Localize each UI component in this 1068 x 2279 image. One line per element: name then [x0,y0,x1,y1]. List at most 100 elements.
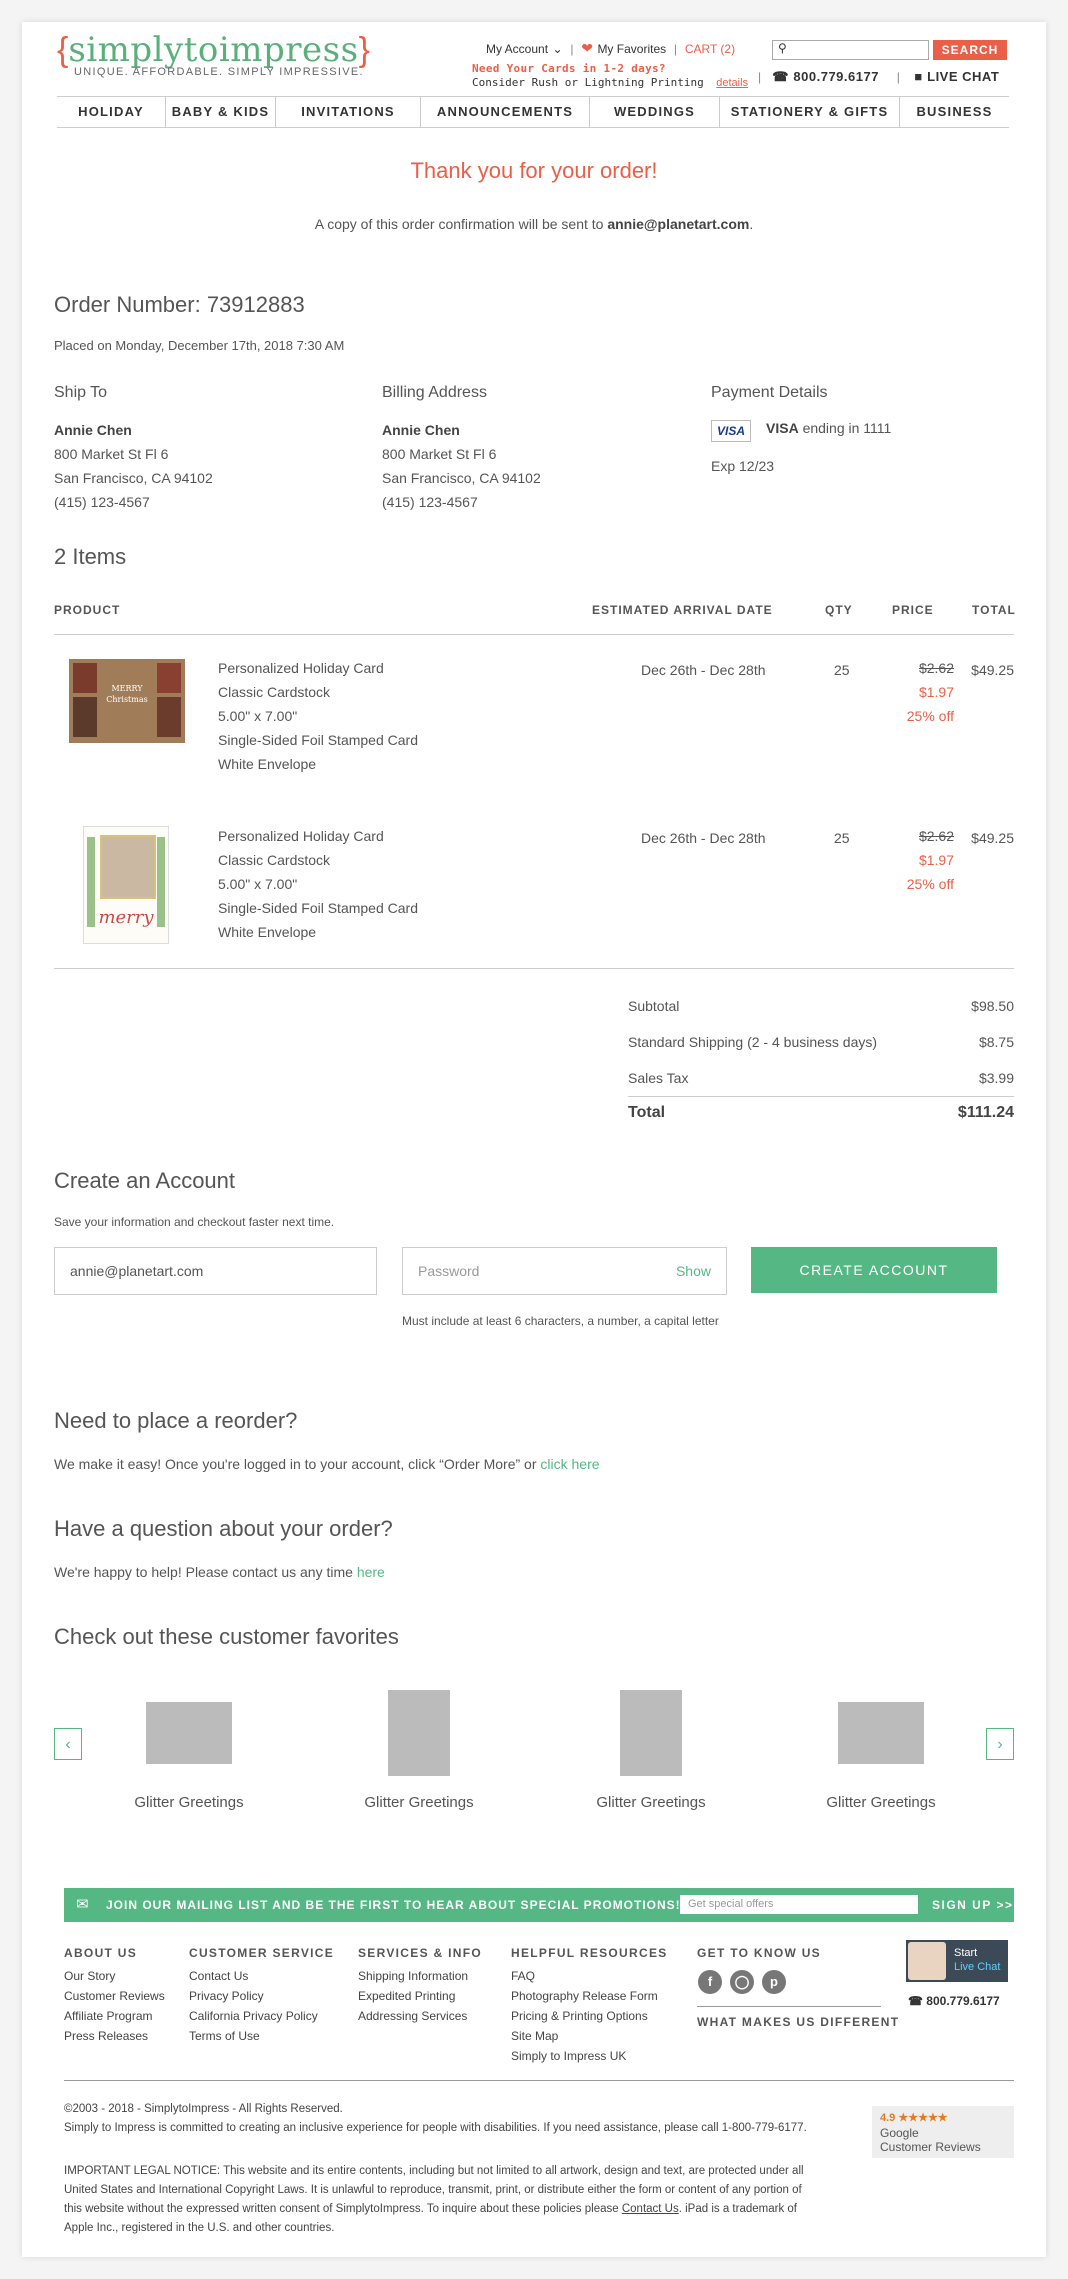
nav-weddings[interactable]: WEDDINGS [590,97,720,127]
account-links: My Account ⌄ | ❤ My Favorites | CART (2) [486,40,735,58]
my-account-link[interactable]: My Account [486,42,548,56]
favorite-image[interactable] [146,1702,232,1764]
logo-brace-left: { [57,31,69,69]
know-heading: GET TO KNOW US [697,1946,821,1960]
chevron-down-icon: ⌄ [552,42,563,56]
mailing-email-input[interactable]: Get special offers [680,1895,918,1914]
details-link[interactable]: details [716,77,748,89]
item-envelope: White Envelope [218,924,317,940]
legal-contact-link[interactable]: Contact Us [622,2203,679,2215]
item-1-details: Personalized Holiday Card Classic Cardst… [218,656,418,776]
inclusive-text: Simply to Impress is committed to creati… [64,2122,807,2134]
favorite-label[interactable]: Glitter Greetings [781,1794,981,1811]
create-account-button[interactable]: CREATE ACCOUNT [751,1247,997,1293]
google-reviews-badge[interactable]: 4.9 ★★★★★ Google Customer Reviews [872,2106,1014,2158]
ship-to-address: Annie Chen 800 Market St Fl 6 San Franci… [54,418,213,514]
footer-link[interactable]: Expedited Printing [358,1989,455,2003]
visa-card-icon: VISA [711,420,751,442]
nav-baby-kids[interactable]: BABY & KIDS [166,97,276,127]
footer-link[interactable]: Pricing & Printing Options [511,2009,648,2023]
ship-to-street: 800 Market St Fl 6 [54,446,169,462]
email-field[interactable]: annie@planetart.com [54,1247,377,1295]
nav-stationery-gifts[interactable]: STATIONERY & GIFTS [720,97,900,127]
footer-link[interactable]: Privacy Policy [189,1989,264,2003]
question-heading: Have a question about your order? [54,1516,393,1541]
header-phone[interactable]: 800.779.6177 [793,69,879,84]
nav-business[interactable]: BUSINESS [900,97,1009,127]
chevron-right-icon: › [997,1736,1003,1753]
copyright-text: ©2003 - 2018 - SimplytoImpress - All Rig… [64,2103,343,2115]
pinterest-icon[interactable]: p [762,1970,786,1994]
chat-live: Live Chat [954,1961,1001,1973]
favorite-image[interactable] [838,1702,924,1764]
search-button[interactable]: SEARCH [933,40,1007,60]
footer-link[interactable]: Contact Us [189,1969,248,1983]
footer-link[interactable]: California Privacy Policy [189,2009,318,2023]
signup-button[interactable]: SIGN UP >> [932,1898,1013,1912]
separator: | [567,42,577,56]
footer-link[interactable]: Site Map [511,2029,558,2043]
footer-link[interactable]: Addressing Services [358,2009,467,2023]
nav-announcements[interactable]: ANNOUNCEMENTS [421,97,590,127]
card-greeting: MERRY Christmas [106,684,148,704]
service-heading: CUSTOMER SERVICE [189,1946,335,1960]
favorite-label[interactable]: Glitter Greetings [551,1794,751,1811]
subtotal-value: $98.50 [971,998,1014,1014]
show-password-button[interactable]: Show [676,1248,711,1294]
footer-link[interactable]: Customer Reviews [64,1989,165,2003]
footer-link[interactable]: Photography Release Form [511,1989,658,2003]
footer-link[interactable]: Our Story [64,1969,115,1983]
favorite-image[interactable] [620,1690,682,1776]
favorite-label[interactable]: Glitter Greetings [89,1794,289,1811]
facebook-icon[interactable]: f [698,1970,722,1994]
carousel-next-button[interactable]: › [986,1728,1014,1760]
product-thumbnail[interactable]: merry [83,826,169,944]
footer-link[interactable]: Simply to Impress UK [511,2049,626,2063]
item-2-details: Personalized Holiday Card Classic Cardst… [218,824,418,944]
about-heading: ABOUT US [64,1946,138,1960]
contact-bar: | ☎ 800.779.6177 | ■ LIVE CHAT [758,68,999,86]
live-chat-widget[interactable]: Start Live Chat [906,1940,1008,1982]
footer-link[interactable]: FAQ [511,1969,535,1983]
services-heading: SERVICES & INFO [358,1946,482,1960]
search-input[interactable]: ⚲ [772,40,929,60]
password-field[interactable]: Password Show [402,1247,727,1295]
reorder-text: We make it easy! Once you're logged in t… [54,1456,541,1472]
contact-here-link[interactable]: here [357,1564,385,1580]
what-makes-us-different-link[interactable]: WHAT MAKES US DIFFERENT [697,2015,899,2029]
resources-links: FAQ Photography Release Form Pricing & P… [511,1966,658,2066]
billing-phone: (415) 123-4567 [382,494,478,510]
billing-heading: Billing Address [382,384,487,401]
footer-link[interactable]: Terms of Use [189,2029,260,2043]
footer-link[interactable]: Affiliate Program [64,2009,152,2023]
item-sale-price: $1.97 [918,852,954,868]
my-favorites-link[interactable]: My Favorites [597,42,666,56]
cart-link[interactable]: CART (2) [685,42,735,56]
live-chat-link[interactable]: LIVE CHAT [927,69,999,84]
product-thumbnail[interactable]: MERRY Christmas [69,659,185,743]
nav-invitations[interactable]: INVITATIONS [276,97,421,127]
footer-link[interactable]: Shipping Information [358,1969,468,1983]
logo-brace-right: } [358,31,370,69]
nav-holiday[interactable]: HOLIDAY [57,97,166,127]
service-links: Contact Us Privacy Policy California Pri… [189,1966,318,2046]
create-account-heading: Create an Account [54,1168,236,1193]
reviews-label: Customer Reviews [880,2140,981,2154]
footer-link[interactable]: Press Releases [64,2029,148,2043]
item-total: $49.25 [971,830,1014,846]
item-style: Single-Sided Foil Stamped Card [218,900,418,916]
favorite-label[interactable]: Glitter Greetings [319,1794,519,1811]
instagram-icon[interactable]: ◯ [730,1970,754,1994]
billing-street: 800 Market St Fl 6 [382,446,497,462]
logo[interactable]: {simplytoimpress} [57,30,370,70]
footer-phone[interactable]: 800.779.6177 [926,1994,999,2008]
carousel-prev-button[interactable]: ‹ [54,1728,82,1760]
agent-avatar [908,1942,946,1980]
reorder-link[interactable]: click here [540,1456,599,1472]
favorite-image[interactable] [388,1690,450,1776]
item-name: Personalized Holiday Card [218,828,384,844]
col-total: TOTAL [972,603,1016,617]
item-discount: 25% off [906,876,954,892]
legal-copyright: ©2003 - 2018 - SimplytoImpress - All Rig… [64,2100,924,2138]
card-info: VISA ending in 1111 [766,420,891,436]
